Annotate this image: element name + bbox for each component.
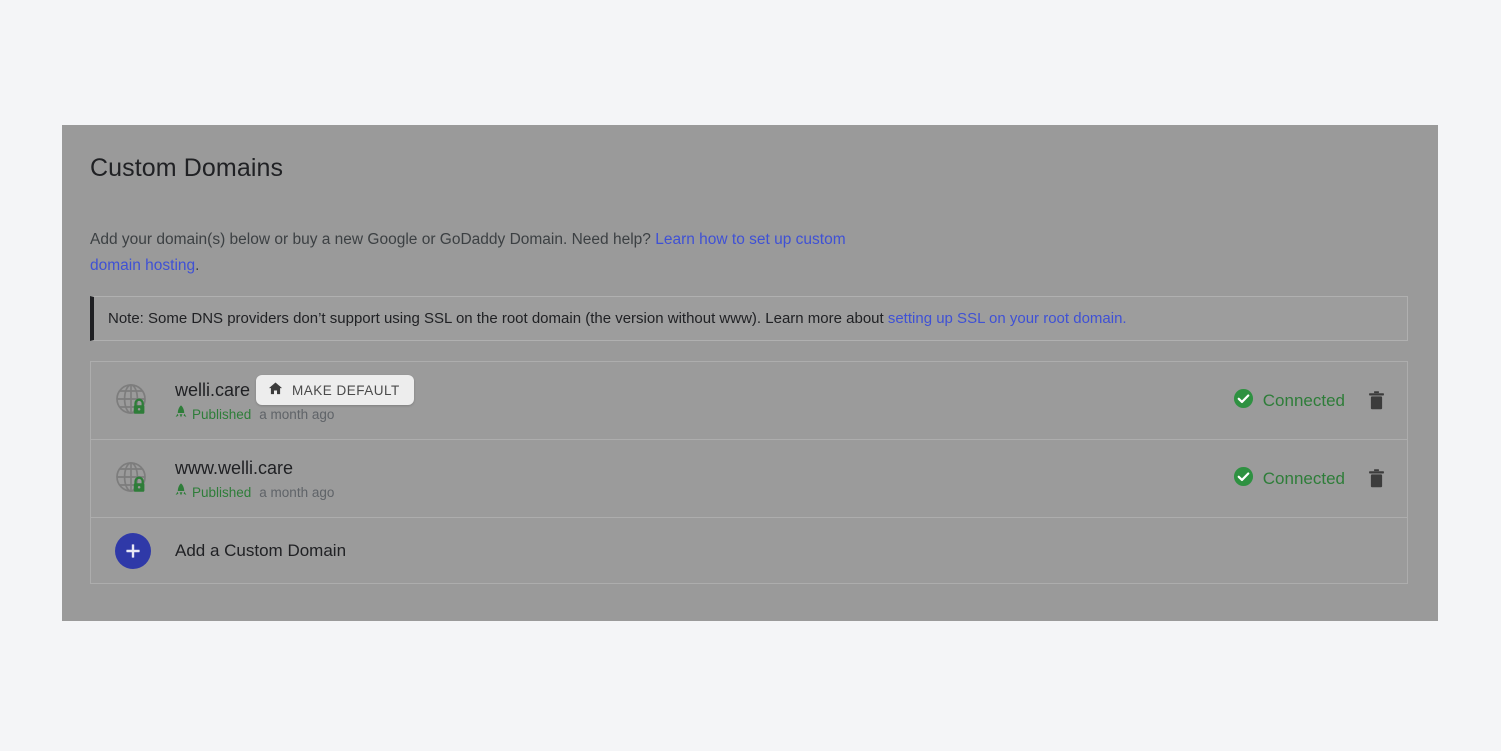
connected-label: Connected xyxy=(1262,390,1345,410)
ssl-root-domain-link[interactable]: setting up SSL on your root domain. xyxy=(888,310,1127,327)
published-timeago: a month ago xyxy=(259,484,335,500)
domain-info: welli.care MAKE DEFAULT Published a mont… xyxy=(175,375,414,424)
domain-status-line: Published a month ago xyxy=(175,405,414,424)
domain-row-right: Connected xyxy=(1233,466,1389,492)
table-row[interactable]: welli.care MAKE DEFAULT Published a mont… xyxy=(91,362,1407,440)
domain-list: welli.care MAKE DEFAULT Published a mont… xyxy=(90,361,1408,584)
home-icon xyxy=(268,381,283,399)
domain-name-line: welli.care MAKE DEFAULT xyxy=(175,375,414,405)
note-text-before: Note: Some DNS providers don’t support u… xyxy=(108,310,888,327)
rocket-icon xyxy=(175,483,187,502)
published-label: Published xyxy=(192,406,252,422)
table-row[interactable]: www.welli.care Published a month ago Con… xyxy=(91,440,1407,518)
domain-row-right: Connected xyxy=(1233,388,1389,414)
trash-icon[interactable] xyxy=(1363,388,1389,414)
make-default-button[interactable]: MAKE DEFAULT xyxy=(256,375,414,405)
trash-icon[interactable] xyxy=(1363,466,1389,492)
status-badge: Connected xyxy=(1233,466,1345,492)
domain-row-left: welli.care MAKE DEFAULT Published a mont… xyxy=(111,375,1233,424)
intro-text-before: Add your domain(s) below or buy a new Go… xyxy=(90,231,656,248)
check-circle-icon xyxy=(1233,388,1254,414)
ssl-note-banner: Note: Some DNS providers don’t support u… xyxy=(90,296,1408,341)
intro-text-after: . xyxy=(195,257,200,274)
intro-text: Add your domain(s) below or buy a new Go… xyxy=(90,227,890,279)
domain-row-left: www.welli.care Published a month ago xyxy=(111,455,1233,502)
rocket-icon xyxy=(175,405,187,424)
add-custom-domain-label: Add a Custom Domain xyxy=(175,540,347,560)
check-circle-icon xyxy=(1233,466,1254,492)
note-text: Note: Some DNS providers don’t support u… xyxy=(108,310,1127,327)
domain-status-line: Published a month ago xyxy=(175,483,334,502)
published-label: Published xyxy=(192,484,252,500)
status-badge: Connected xyxy=(1233,388,1345,414)
globe-lock-icon xyxy=(111,457,155,501)
plus-icon[interactable] xyxy=(115,532,151,569)
add-custom-domain-row[interactable]: Add a Custom Domain xyxy=(91,518,1407,583)
domain-info: www.welli.care Published a month ago xyxy=(175,455,334,502)
globe-lock-icon xyxy=(111,379,155,423)
connected-label: Connected xyxy=(1262,468,1345,488)
published-timeago: a month ago xyxy=(259,406,335,422)
domain-name: welli.care xyxy=(175,380,251,400)
page-title: Custom Domains xyxy=(90,154,284,182)
domain-name: www.welli.care xyxy=(175,458,294,478)
make-default-label: MAKE DEFAULT xyxy=(292,382,400,398)
domain-name-line: www.welli.care xyxy=(175,455,334,481)
